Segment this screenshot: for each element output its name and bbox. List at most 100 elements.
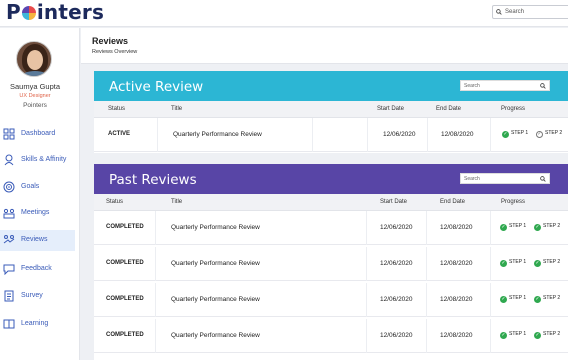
table-row[interactable]: COMPLETED Quarterly Performance Review 1…: [94, 283, 568, 317]
column-end-date: End Date: [440, 199, 466, 205]
step-2: ✓ STEP 2: [536, 130, 563, 138]
row-status: COMPLETED: [106, 260, 144, 266]
column-progress: Progress: [501, 199, 526, 205]
table-header: Status Title Start Date End Date Progres…: [94, 101, 568, 118]
sidebar-item-label: Dashboard: [21, 130, 56, 137]
row-start-date: 12/06/2020: [380, 332, 413, 339]
past-reviews-card: Past Reviews Search Status Title Start D…: [94, 164, 568, 360]
step-2: ✓ STEP 2: [534, 295, 561, 303]
past-reviews-search-placeholder: Search: [464, 176, 480, 182]
page-header: Reviews Reviews Overview: [81, 28, 568, 64]
row-status: COMPLETED: [106, 224, 144, 230]
column-title: Title: [171, 199, 183, 205]
sidebar-item-skills[interactable]: Skills & Affinity: [0, 150, 75, 171]
table-row[interactable]: COMPLETED Quarterly Performance Review 1…: [94, 247, 568, 281]
table-row[interactable]: ACTIVE Quarterly Performance Review 12/0…: [94, 118, 568, 152]
step-1: ✓ STEP 1: [500, 259, 527, 267]
column-start-date: Start Date: [377, 106, 405, 112]
row-title[interactable]: Quarterly Performance Review: [171, 332, 260, 339]
sidebar-item-label: Meetings: [21, 209, 50, 216]
reviews-icon: [3, 235, 15, 244]
row-start-date: 12/06/2020: [383, 131, 416, 138]
active-review-search-input[interactable]: Search: [460, 80, 550, 91]
table-row[interactable]: COMPLETED Quarterly Performance Review 1…: [94, 211, 568, 245]
sidebar-item-label: Goals: [21, 183, 40, 190]
row-end-date: 12/08/2020: [440, 260, 473, 267]
check-icon: ✓: [500, 296, 507, 303]
user-name: Saumya Gupta: [9, 82, 61, 91]
sidebar-item-goals[interactable]: Goals: [0, 177, 75, 198]
top-bar: Pinters Search: [0, 0, 568, 27]
check-icon: ✓: [534, 260, 541, 267]
survey-icon: [4, 290, 14, 302]
row-end-date: 12/08/2020: [441, 131, 474, 138]
sidebar-item-label: Learning: [21, 320, 49, 327]
past-reviews-search-input[interactable]: Search: [460, 173, 550, 184]
step-2: ✓ STEP 2: [534, 331, 561, 339]
active-review-title: Active Review: [109, 79, 204, 95]
active-review-card: Active Review Search Status Title Start …: [94, 71, 568, 153]
column-status: Status: [106, 199, 124, 205]
step-2: ✓ STEP 2: [534, 259, 561, 267]
step-1: ✓ STEP 1: [500, 295, 527, 303]
dashboard-icon: [3, 128, 15, 140]
search-icon: [496, 9, 502, 15]
goals-icon: [3, 181, 15, 193]
row-title[interactable]: Quarterly Performance Review: [171, 224, 260, 231]
row-start-date: 12/06/2020: [380, 224, 413, 231]
column-status: Status: [108, 106, 126, 112]
row-start-date: 12/06/2020: [380, 296, 413, 303]
check-icon: ✓: [500, 224, 507, 231]
active-review-search-placeholder: Search: [464, 83, 480, 89]
past-reviews-header: Past Reviews Search: [94, 164, 568, 194]
step-1: ✓ STEP 1: [500, 223, 527, 231]
check-icon: ✓: [502, 131, 509, 138]
user-org: Pointers: [23, 102, 47, 109]
global-search-input[interactable]: Search: [492, 5, 568, 19]
app-logo[interactable]: Pinters: [6, 0, 104, 24]
sidebar-item-label: Skills & Affinity: [21, 156, 67, 163]
step-1: ✓ STEP 1: [502, 130, 529, 138]
avatar[interactable]: [16, 41, 52, 77]
skills-icon: [4, 154, 14, 166]
active-review-header: Active Review Search: [94, 71, 568, 101]
pending-check-icon: ✓: [536, 131, 543, 138]
table-row[interactable]: COMPLETED Quarterly Performance Review 1…: [94, 319, 568, 353]
table-header: Status Title Start Date End Date Progres…: [94, 194, 568, 211]
row-title[interactable]: Quarterly Performance Review: [173, 131, 262, 138]
row-status: ACTIVE: [108, 131, 131, 137]
sidebar-item-meetings[interactable]: Meetings: [0, 203, 75, 224]
sidebar-item-learning[interactable]: Learning: [0, 314, 75, 335]
logo-dot-icon: [21, 6, 36, 20]
column-start-date: Start Date: [380, 199, 408, 205]
step-1: ✓ STEP 1: [500, 331, 527, 339]
sidebar-item-dashboard[interactable]: Dashboard: [0, 124, 75, 145]
learning-icon: [3, 319, 15, 329]
row-end-date: 12/08/2020: [440, 224, 473, 231]
meetings-icon: [3, 208, 15, 219]
row-title[interactable]: Quarterly Performance Review: [171, 296, 260, 303]
row-title[interactable]: Quarterly Performance Review: [171, 260, 260, 267]
check-icon: ✓: [534, 332, 541, 339]
row-end-date: 12/08/2020: [440, 332, 473, 339]
row-start-date: 12/06/2020: [380, 260, 413, 267]
sidebar-item-feedback[interactable]: Feedback: [0, 259, 75, 280]
sidebar-item-label: Survey: [21, 292, 43, 299]
check-icon: ✓: [534, 296, 541, 303]
step-2: ✓ STEP 2: [534, 223, 561, 231]
breadcrumb[interactable]: Reviews Overview: [92, 49, 137, 55]
check-icon: ✓: [500, 260, 507, 267]
past-reviews-title: Past Reviews: [109, 172, 197, 188]
sidebar-item-label: Feedback: [21, 265, 52, 272]
sidebar-item-label: Reviews: [21, 236, 48, 243]
sidebar-item-reviews[interactable]: Reviews: [0, 230, 75, 251]
search-icon: [540, 83, 546, 89]
check-icon: ✓: [534, 224, 541, 231]
row-status: COMPLETED: [106, 332, 144, 338]
sidebar-item-survey[interactable]: Survey: [0, 286, 75, 307]
check-icon: ✓: [500, 332, 507, 339]
row-status: COMPLETED: [106, 296, 144, 302]
column-end-date: End Date: [436, 106, 462, 112]
search-icon: [540, 176, 546, 182]
row-end-date: 12/08/2020: [440, 296, 473, 303]
